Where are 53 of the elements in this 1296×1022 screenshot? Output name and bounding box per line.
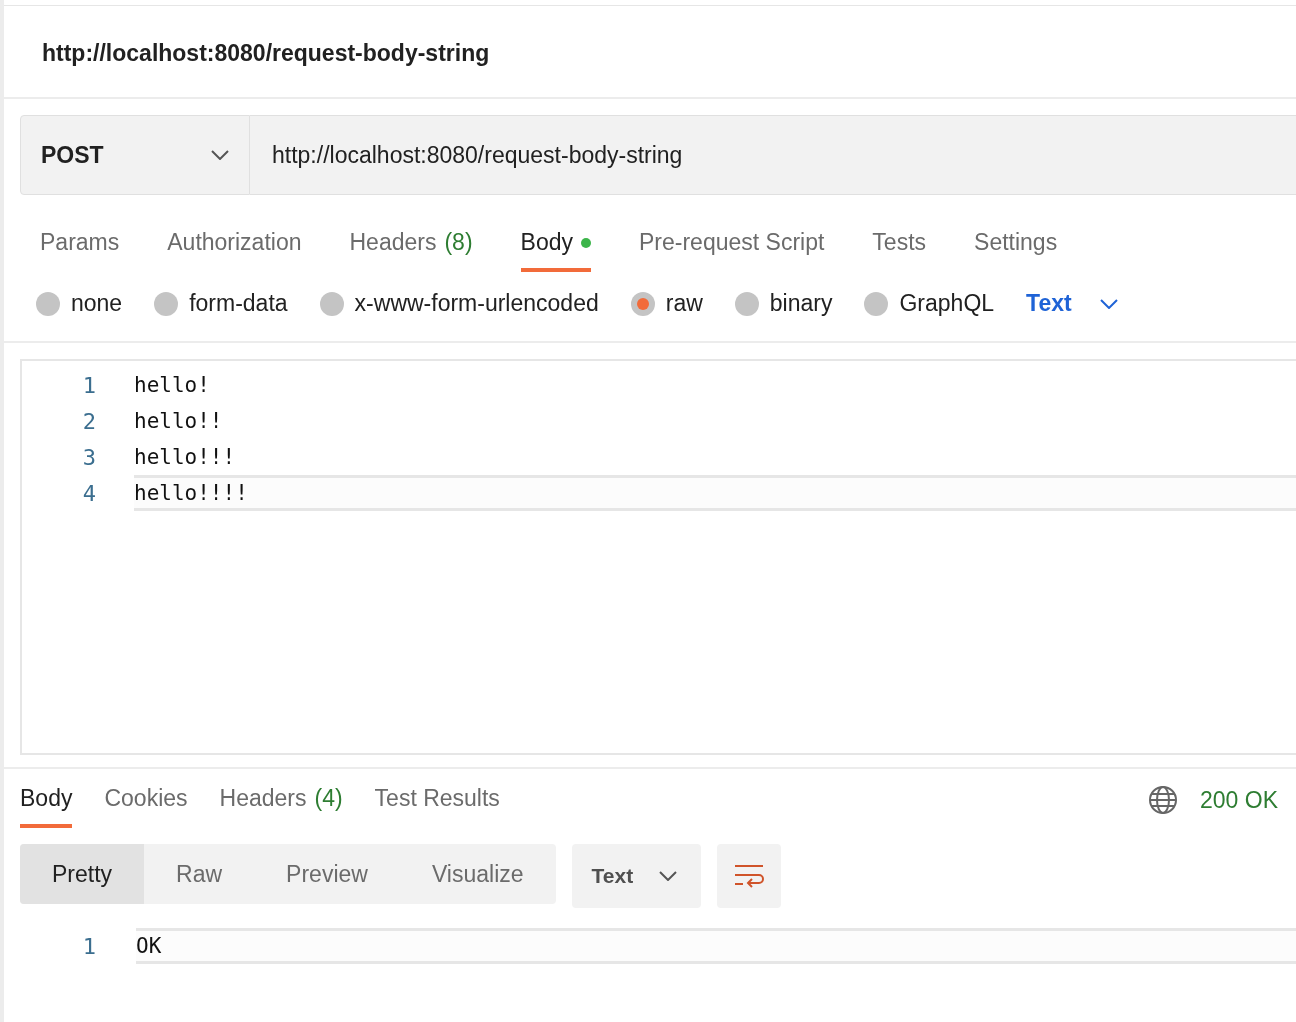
response-tab[interactable]: Headers (4) — [219, 785, 343, 828]
tab-label: Headers — [219, 785, 307, 812]
request-tab[interactable]: Pre-request Script — [639, 229, 825, 272]
tab-label: Headers — [349, 229, 437, 256]
view-mode-tab[interactable]: Visualize — [399, 844, 556, 904]
chevron-icon — [1099, 298, 1118, 309]
response-tab[interactable]: Cookies — [104, 785, 188, 828]
radio-label: binary — [769, 290, 833, 317]
tab-count: (8) — [444, 229, 473, 256]
radio-button[interactable] — [36, 291, 60, 316]
request-tab[interactable]: Tests — [872, 229, 927, 272]
request-tab[interactable]: Params — [40, 229, 120, 272]
chevron-icon — [659, 871, 678, 881]
request-tab[interactable]: Settings — [974, 229, 1058, 272]
wrap-lines-icon — [734, 863, 765, 889]
request-tab[interactable]: Headers (8) — [349, 229, 473, 272]
method-dropdown[interactable]: POST — [20, 115, 250, 195]
code-line: hello! — [134, 372, 211, 399]
line-number: 2 — [81, 408, 97, 434]
view-mode-tab[interactable]: Pretty — [20, 844, 145, 904]
radio-button[interactable] — [630, 291, 655, 316]
status-text: 200 OK — [1200, 786, 1278, 814]
line-number: 3 — [81, 444, 97, 470]
response-tab[interactable]: Test Results — [374, 785, 500, 828]
request-tab[interactable]: Body — [520, 229, 591, 272]
chevron-icon — [211, 150, 229, 160]
code-editor[interactable]: 1 hello! 2 hello!! 3 hello!!! 4 hello!!!! — [20, 359, 1296, 755]
url-field[interactable]: http://localhost:8080/request-body-string — [250, 115, 1296, 195]
view-mode-tab[interactable]: Preview — [254, 844, 400, 904]
request-title: http://localhost:8080/request-body-string — [4, 6, 1296, 99]
radio-label: GraphQL — [899, 290, 995, 317]
globe-icon[interactable] — [1148, 785, 1178, 815]
radio-label: x-www-form-urlencoded — [354, 290, 599, 317]
radio-label: none — [71, 290, 123, 317]
response-tab[interactable]: Body — [20, 785, 73, 828]
radio-button[interactable] — [319, 291, 344, 316]
radio-label: form-data — [189, 290, 288, 317]
format-dropdown[interactable]: Text — [571, 844, 702, 908]
radio-button[interactable] — [734, 291, 759, 316]
request-tab[interactable]: Authorization — [167, 229, 302, 272]
radio-button[interactable] — [154, 291, 179, 316]
format-dropdown[interactable]: Text — [1026, 290, 1118, 317]
wrap-lines-button[interactable] — [717, 844, 782, 908]
line-number: 1 — [81, 933, 97, 959]
radio-label: raw — [665, 290, 703, 317]
view-mode-tab[interactable]: Raw — [144, 844, 255, 904]
tab-count: (4) — [314, 785, 343, 812]
tab-label: Body — [520, 229, 573, 256]
code-line: hello!! — [134, 408, 224, 435]
code-line: hello!!! — [134, 444, 237, 471]
line-number: 4 — [81, 480, 97, 506]
line-number: 1 — [81, 372, 97, 398]
radio-button[interactable] — [864, 291, 889, 316]
